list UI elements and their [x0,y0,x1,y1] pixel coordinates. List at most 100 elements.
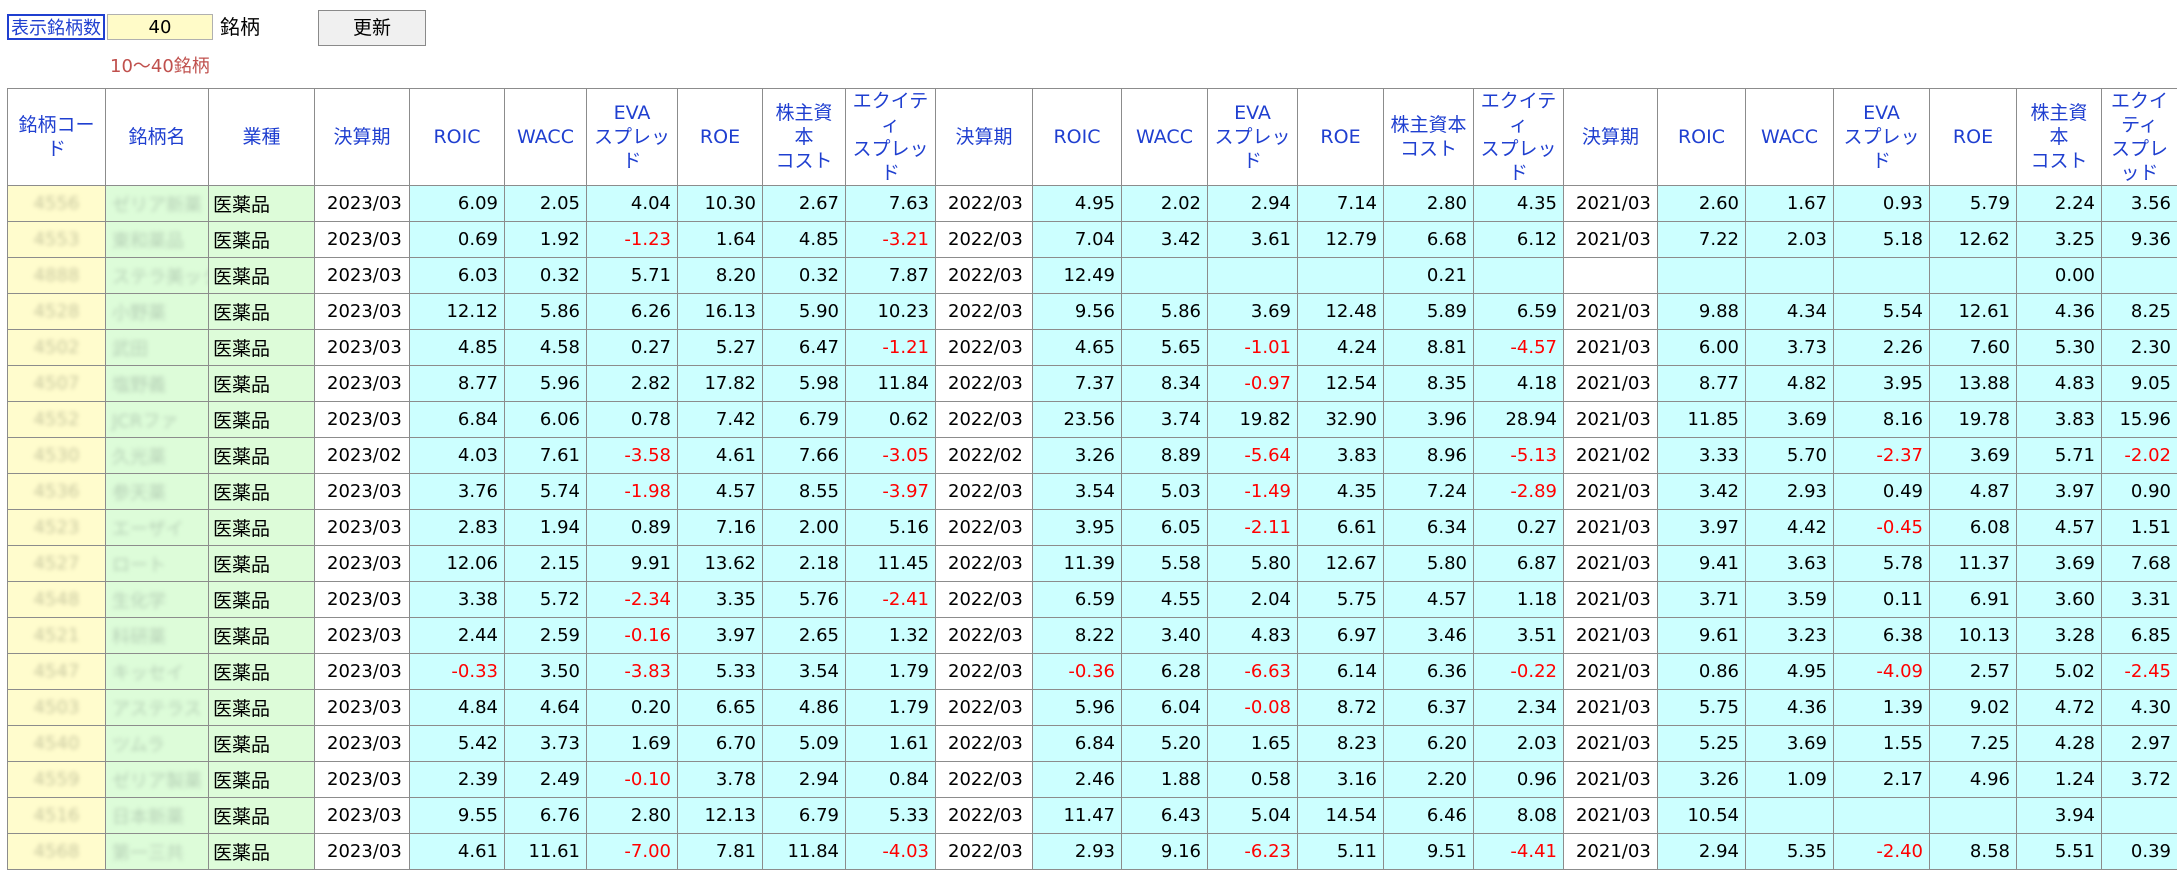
value-cell[interactable]: -1.23 [587,222,678,258]
display-count-input[interactable] [107,14,213,40]
value-cell[interactable]: 1.94 [505,510,587,546]
fiscal-period-cell[interactable]: 2023/03 [315,510,410,546]
value-cell[interactable]: 8.72 [1298,690,1384,726]
value-cell[interactable]: 5.33 [678,654,763,690]
stock-code-cell[interactable]: 4888 [8,258,106,294]
value-cell[interactable]: -3.05 [846,438,936,474]
value-cell[interactable]: 5.86 [1122,294,1208,330]
fiscal-period-cell[interactable]: 2021/03 [1564,618,1658,654]
value-cell[interactable]: 2.15 [505,546,587,582]
fiscal-period-cell[interactable]: 2023/03 [315,330,410,366]
value-cell[interactable]: -2.02 [2102,438,2177,474]
value-cell[interactable] [1746,258,1834,294]
value-cell[interactable]: -3.83 [587,654,678,690]
value-cell[interactable]: 0.39 [2102,834,2177,870]
value-cell[interactable]: 8.96 [1384,438,1474,474]
fiscal-period-cell[interactable]: 2021/03 [1564,798,1658,834]
value-cell[interactable] [1298,258,1384,294]
value-cell[interactable]: 9.88 [1658,294,1746,330]
value-cell[interactable]: 11.37 [1930,546,2017,582]
value-cell[interactable]: 4.87 [1930,474,2017,510]
value-cell[interactable]: 5.02 [2017,654,2102,690]
value-cell[interactable]: 5.71 [587,258,678,294]
value-cell[interactable]: 13.88 [1930,366,2017,402]
value-cell[interactable]: 4.61 [410,834,505,870]
stock-name-cell[interactable]: 東和薬品 [106,222,209,258]
value-cell[interactable]: 6.65 [678,690,763,726]
value-cell[interactable]: 1.09 [1746,762,1834,798]
value-cell[interactable]: 1.32 [846,618,936,654]
value-cell[interactable]: 6.03 [410,258,505,294]
value-cell[interactable]: 6.68 [1384,222,1474,258]
value-cell[interactable]: 0.58 [1208,762,1298,798]
value-cell[interactable]: 3.96 [1384,402,1474,438]
value-cell[interactable]: 6.85 [2102,618,2177,654]
table-row[interactable]: 4530久光薬医薬品2023/024.037.61-3.584.617.66-3… [8,438,2177,474]
value-cell[interactable]: 3.73 [1746,330,1834,366]
fiscal-period-cell[interactable]: 2023/03 [315,618,410,654]
table-row[interactable]: 4548生化学医薬品2023/033.385.72-2.343.355.76-2… [8,582,2177,618]
value-cell[interactable]: 3.56 [2102,186,2177,222]
value-cell[interactable]: 10.23 [846,294,936,330]
value-cell[interactable]: 2.80 [587,798,678,834]
value-cell[interactable]: 2.26 [1834,330,1930,366]
table-row[interactable]: 4528小野薬医薬品2023/0312.125.866.2616.135.901… [8,294,2177,330]
fiscal-period-cell[interactable]: 2021/03 [1564,402,1658,438]
value-cell[interactable]: 5.42 [410,726,505,762]
stock-code-cell[interactable]: 4503 [8,690,106,726]
value-cell[interactable]: -4.57 [1474,330,1564,366]
value-cell[interactable]: 5.80 [1384,546,1474,582]
value-cell[interactable]: 5.78 [1834,546,1930,582]
value-cell[interactable]: 4.24 [1298,330,1384,366]
stock-code-cell[interactable]: 4507 [8,366,106,402]
value-cell[interactable]: 1.92 [505,222,587,258]
value-cell[interactable] [1122,258,1208,294]
value-cell[interactable]: 3.95 [1033,510,1122,546]
stock-code-cell[interactable]: 4540 [8,726,106,762]
stock-name-cell[interactable]: 塩野義 [106,366,209,402]
fiscal-period-cell[interactable]: 2022/03 [936,582,1033,618]
table-row[interactable]: 4502武田医薬品2023/034.854.580.275.276.47-1.2… [8,330,2177,366]
value-cell[interactable]: -0.33 [410,654,505,690]
value-cell[interactable]: 0.62 [846,402,936,438]
value-cell[interactable]: 4.34 [1746,294,1834,330]
value-cell[interactable]: 0.11 [1834,582,1930,618]
value-cell[interactable]: 5.25 [1658,726,1746,762]
fiscal-period-cell[interactable]: 2022/03 [936,510,1033,546]
column-header[interactable]: エクイティ スプレッド [846,89,936,186]
value-cell[interactable]: 7.63 [846,186,936,222]
fiscal-period-cell[interactable]: 2021/03 [1564,294,1658,330]
value-cell[interactable]: 5.03 [1122,474,1208,510]
stock-name-cell[interactable]: ゼリア製薬 [106,762,209,798]
column-header[interactable]: EVA スプレッド [1834,89,1930,186]
value-cell[interactable]: 8.34 [1122,366,1208,402]
value-cell[interactable]: 0.96 [1474,762,1564,798]
stock-name-cell[interactable]: 武田 [106,330,209,366]
column-header[interactable]: WACC [1122,89,1208,186]
column-header[interactable]: 決算期 [936,89,1033,186]
value-cell[interactable]: 7.25 [1930,726,2017,762]
table-row[interactable]: 4553東和薬品医薬品2023/030.691.92-1.231.644.85-… [8,222,2177,258]
stock-code-cell[interactable]: 4502 [8,330,106,366]
value-cell[interactable]: -5.13 [1474,438,1564,474]
update-button[interactable]: 更新 [318,10,426,46]
value-cell[interactable]: 3.69 [2017,546,2102,582]
value-cell[interactable]: 10.54 [1658,798,1746,834]
industry-cell[interactable]: 医薬品 [209,258,315,294]
value-cell[interactable]: -6.23 [1208,834,1298,870]
value-cell[interactable]: 0.21 [1384,258,1474,294]
value-cell[interactable]: 2.24 [2017,186,2102,222]
value-cell[interactable]: 3.16 [1298,762,1384,798]
value-cell[interactable]: 19.78 [1930,402,2017,438]
fiscal-period-cell[interactable]: 2022/03 [936,762,1033,798]
table-row[interactable]: 4516日本新薬医薬品2023/039.556.762.8012.136.795… [8,798,2177,834]
fiscal-period-cell[interactable]: 2023/03 [315,186,410,222]
value-cell[interactable]: 3.97 [678,618,763,654]
value-cell[interactable]: 8.58 [1930,834,2017,870]
column-header[interactable]: 決算期 [1564,89,1658,186]
value-cell[interactable]: 2.03 [1746,222,1834,258]
value-cell[interactable]: 2.39 [410,762,505,798]
value-cell[interactable]: 5.09 [763,726,846,762]
fiscal-period-cell[interactable]: 2022/03 [936,294,1033,330]
value-cell[interactable]: -0.10 [587,762,678,798]
